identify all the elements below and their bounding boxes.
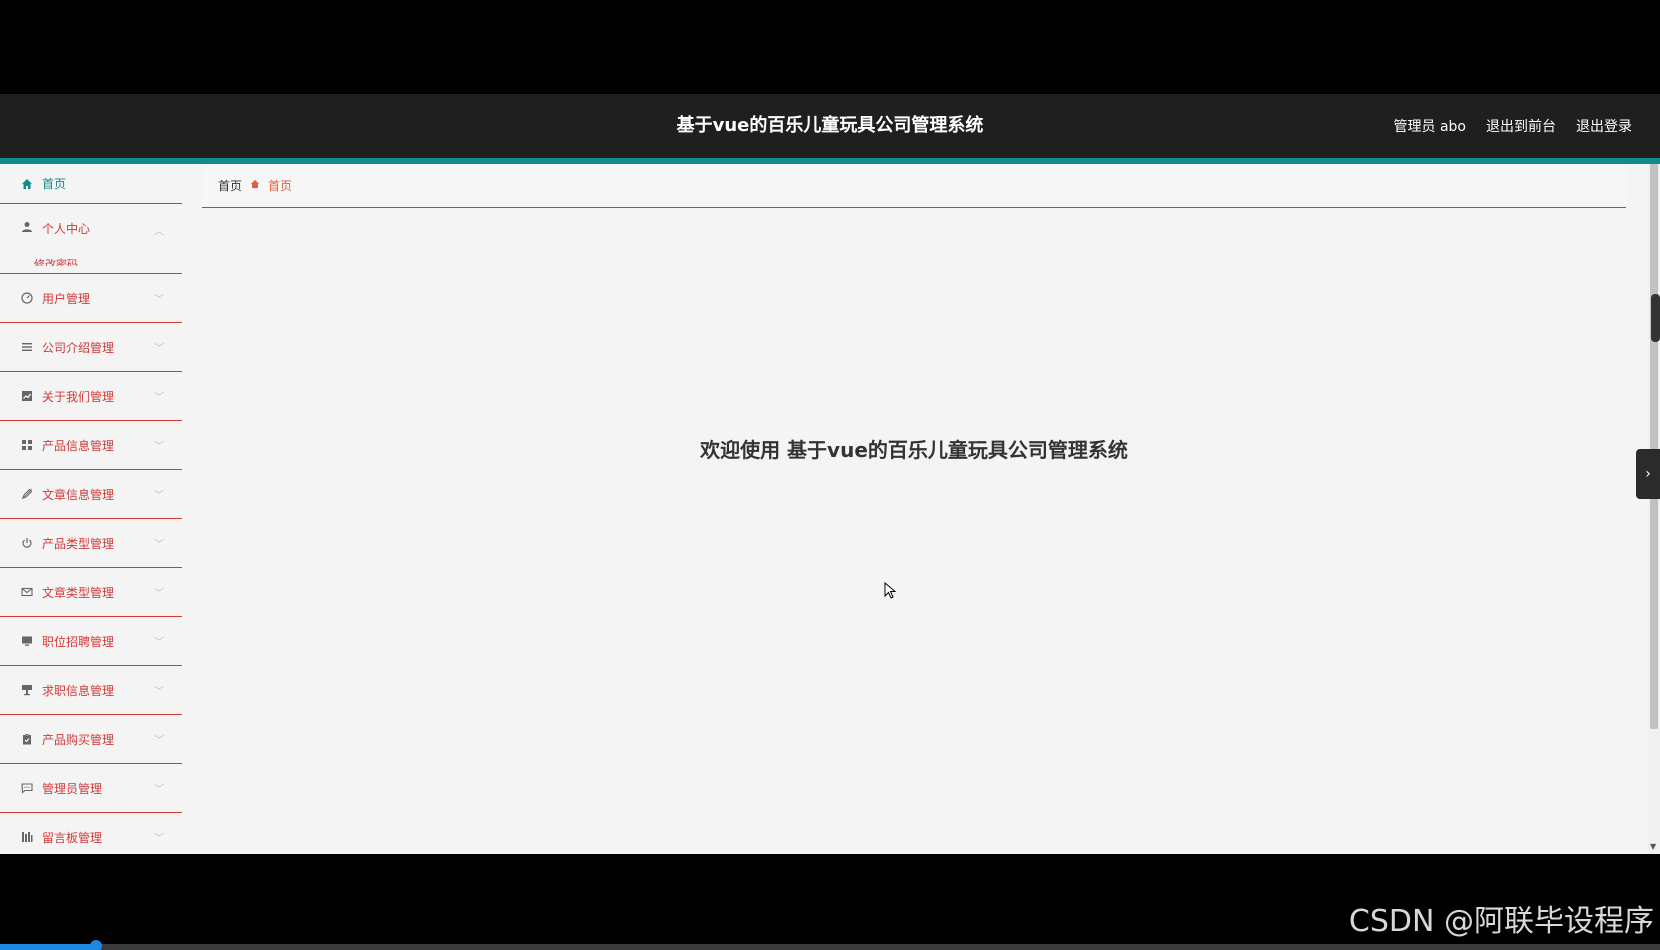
chevron-down-icon: ﹀ [154,441,164,453]
watermark: CSDN @阿联毕设程序 [1348,904,1654,939]
current-user: 管理员 abo [1393,119,1466,135]
breadcrumb: 首页 首页 [202,164,1626,208]
sidebar-item-company-intro[interactable]: 公司介绍管理 ﹀ [0,323,182,372]
logout-link[interactable]: 退出登录 [1576,116,1632,136]
sidebar-item-home[interactable]: 首页 [0,164,182,204]
vertical-scrollbar[interactable] [1648,164,1660,854]
chevron-down-icon: ﹀ [154,392,164,404]
video-progress-bar[interactable] [0,940,1660,950]
sidebar-item-user-management[interactable]: 用户管理 ﹀ [0,274,182,323]
message-icon [20,781,34,795]
chevron-down-icon: ﹀ [154,686,164,698]
main-content: 欢迎使用 基于vue的百乐儿童玩具公司管理系统 [202,224,1626,854]
chevron-down-icon: ﹀ [154,784,164,796]
mouse-cursor-icon [884,582,897,599]
sidebar-item-label: 管理员管理 [42,781,103,796]
sidebar-item-job-seeking[interactable]: 求职信息管理 ﹀ [0,666,182,715]
sidebar-item-product-type[interactable]: 产品类型管理 ﹀ [0,519,182,568]
grid-icon [20,438,34,452]
sidebar-item-label: 关于我们管理 [42,389,115,404]
monitor-icon [20,634,34,648]
sidebar-item-label: 用户管理 [42,291,91,306]
sidebar-item-label: 公司介绍管理 [42,340,115,355]
gauge-icon [20,291,34,305]
app-window: 基于vue的百乐儿童玩具公司管理系统 管理员 abo 退出到前台 退出登录 首页… [0,94,1660,854]
stamp-icon [20,683,34,697]
mail-icon [20,585,34,599]
power-icon [20,536,34,550]
breadcrumb-current: 首页 [268,179,293,193]
chevron-down-icon: ﹀ [154,637,164,649]
sidebar-item-product-info[interactable]: 产品信息管理 ﹀ [0,421,182,470]
chevron-down-icon: ﹀ [154,294,164,306]
chart-icon [20,389,34,403]
chevron-down-icon: ﹀ [154,343,164,355]
sidebar-item-job-recruitment[interactable]: 职位招聘管理 ﹀ [0,617,182,666]
chevron-down-icon: ﹀ [154,735,164,747]
welcome-message: 欢迎使用 基于vue的百乐儿童玩具公司管理系统 [700,438,1128,462]
video-progress-handle[interactable] [90,940,102,950]
exit-to-front-link[interactable]: 退出到前台 [1486,116,1556,136]
user-icon [20,220,34,234]
sidebar-item-label: 首页 [42,177,67,191]
video-progress-fill [0,944,96,950]
sidebar-item-label: 文章类型管理 [42,585,115,600]
sidebar-item-article-type[interactable]: 文章类型管理 ﹀ [0,568,182,617]
home-icon [20,177,34,191]
chevron-down-icon: ﹀ [154,539,164,551]
sidebar: 首页 个人中心 ︿ 修改密码 用户管理 ﹀ 公司介绍管理 ﹀ 关于我们管理 ﹀ … [0,164,182,854]
sidebar-item-article-info[interactable]: 文章信息管理 ﹀ [0,470,182,519]
sidebar-item-personal-center[interactable]: 个人中心 ︿ 修改密码 [0,204,182,274]
sidebar-item-label: 个人中心 [42,222,91,236]
sidebar-item-label: 产品信息管理 [42,438,115,453]
scroll-down-arrow-icon[interactable]: ▼ [1650,842,1656,851]
sidebar-item-label: 产品类型管理 [42,536,115,551]
sidebar-item-label: 职位招聘管理 [42,634,115,649]
sidebar-item-product-purchase[interactable]: 产品购买管理 ﹀ [0,715,182,764]
expand-panel-button[interactable]: › [1636,449,1660,499]
header-actions: 管理员 abo 退出到前台 退出登录 [1394,94,1632,158]
chevron-down-icon: ﹀ [154,588,164,600]
breadcrumb-root[interactable]: 首页 [218,177,242,194]
bars-icon [20,830,34,844]
home-icon [250,179,260,192]
pen-icon [20,487,34,501]
submenu-item-change-password[interactable]: 修改密码 [34,256,78,266]
sidebar-item-label: 文章信息管理 [42,487,115,502]
chevron-up-icon: ︿ [154,226,164,238]
list-icon [20,340,34,354]
sidebar-item-message-board[interactable]: 留言板管理 ﹀ [0,813,182,854]
chevron-down-icon: ﹀ [154,490,164,502]
top-header: 基于vue的百乐儿童玩具公司管理系统 管理员 abo 退出到前台 退出登录 [0,94,1660,158]
sidebar-item-about-us[interactable]: 关于我们管理 ﹀ [0,372,182,421]
sidebar-item-admin-management[interactable]: 管理员管理 ﹀ [0,764,182,813]
scrollbar-thumb[interactable] [1650,164,1658,729]
sidebar-item-label: 产品购买管理 [42,732,115,747]
sidebar-item-label: 求职信息管理 [42,683,115,698]
chevron-down-icon: ﹀ [154,833,164,845]
scroll-handle[interactable] [1651,294,1660,342]
sidebar-item-label: 留言板管理 [42,830,103,845]
clipboard-icon [20,732,34,746]
chevron-right-icon: › [1645,466,1651,482]
